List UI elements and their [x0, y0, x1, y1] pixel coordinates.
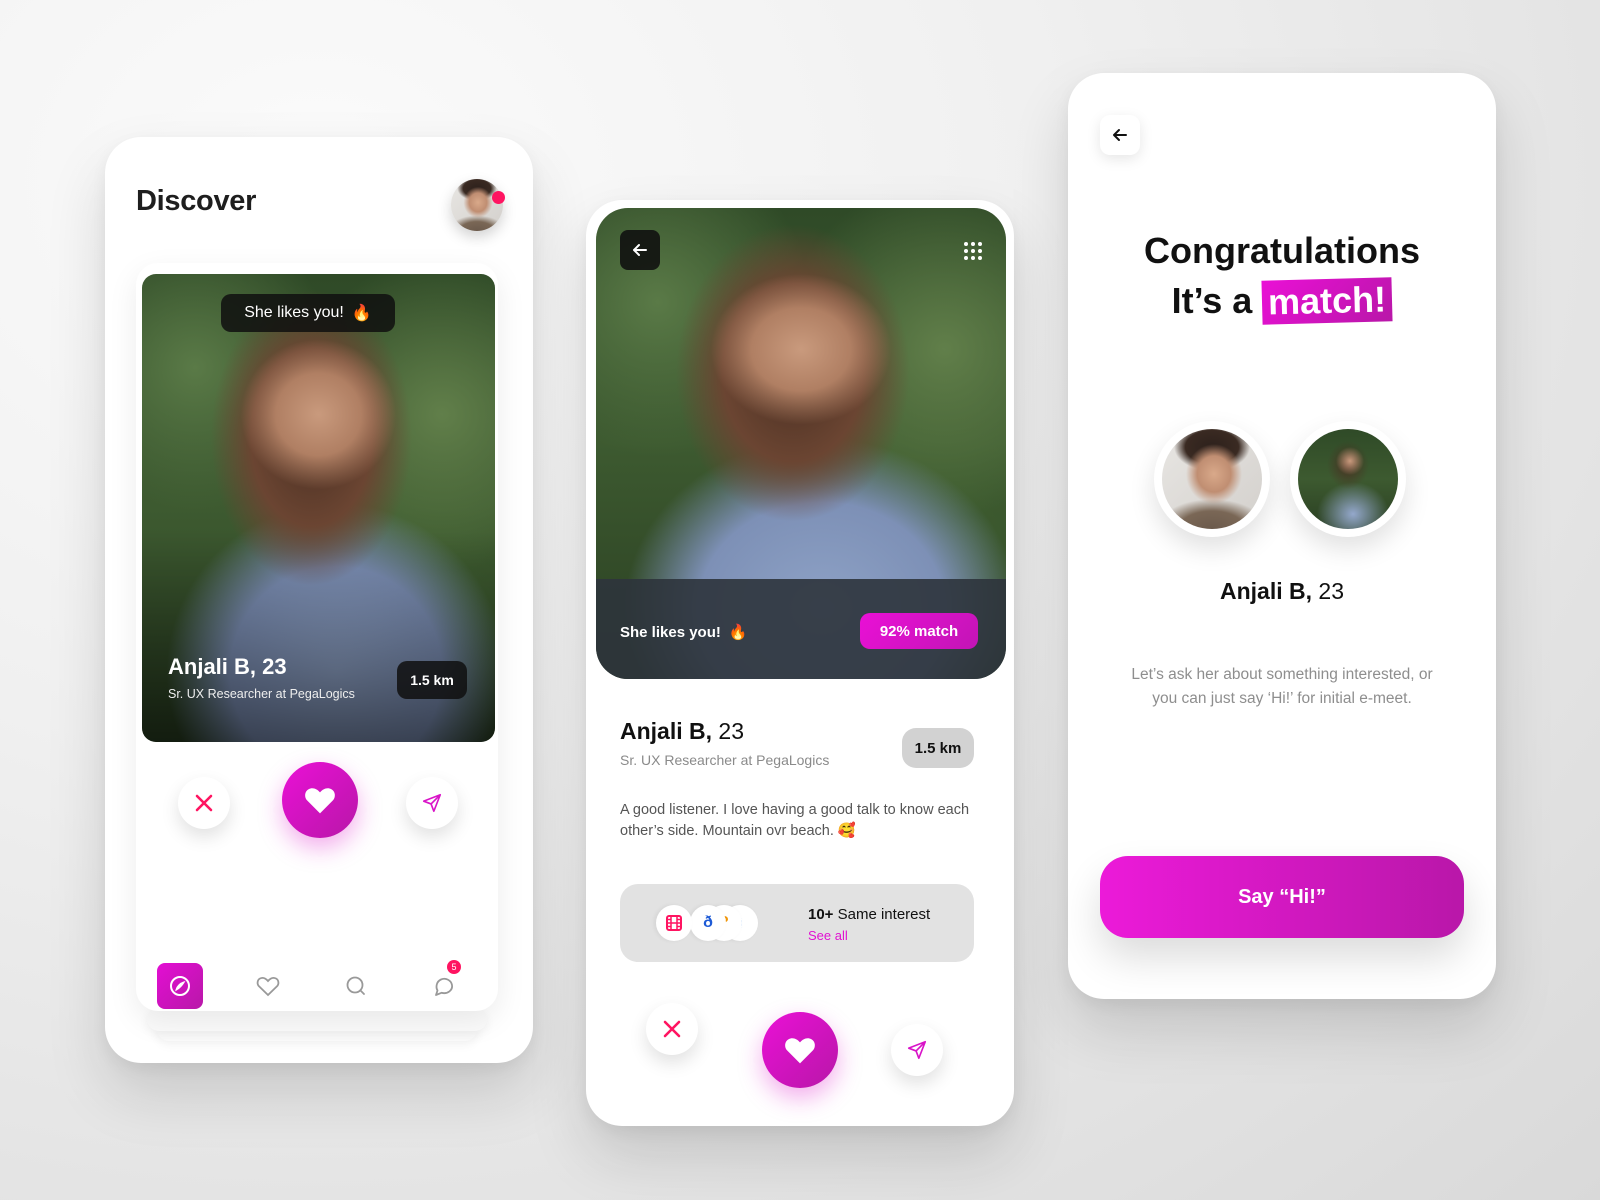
- close-icon: [663, 1020, 681, 1038]
- dislike-button[interactable]: [646, 1003, 698, 1055]
- say-hi-button[interactable]: Say “Hi!”: [1100, 856, 1464, 938]
- send-button[interactable]: [891, 1024, 943, 1076]
- page-title: Discover: [136, 185, 257, 217]
- discover-screen: Discover She likes you! 🔥 Anjali B, 23 S…: [105, 137, 533, 1063]
- match-title: Congratulations It’s a match!: [1068, 226, 1496, 326]
- close-icon: [195, 794, 213, 812]
- my-avatar: [1154, 421, 1270, 537]
- heart-icon: [305, 788, 335, 814]
- like-button[interactable]: [282, 762, 358, 838]
- more-options-button[interactable]: [958, 236, 988, 266]
- interests-count: 10+: [808, 906, 834, 923]
- arrow-left-icon: [1113, 129, 1127, 141]
- match-age: 23: [1318, 578, 1344, 604]
- see-all-link[interactable]: See all: [808, 928, 848, 943]
- match-name: Anjali B, 23: [1068, 578, 1496, 605]
- interests-panel[interactable]: ) ? ð 10+ Same interest See all: [620, 884, 974, 962]
- grid-menu-icon: [964, 242, 982, 260]
- profile-name: Anjali B, 23: [168, 654, 287, 679]
- likes-you-label: She likes you! 🔥: [620, 623, 748, 642]
- dislike-button[interactable]: [178, 777, 230, 829]
- likes-you-text: She likes you!: [620, 623, 721, 641]
- distance-badge: 1.5 km: [397, 661, 467, 699]
- chat-icon: [435, 977, 453, 996]
- interests-label: Same interest: [837, 906, 931, 923]
- back-button[interactable]: [620, 230, 660, 270]
- heart-icon: [785, 1038, 815, 1064]
- back-button[interactable]: [1100, 115, 1140, 155]
- bottom-nav: 5: [157, 960, 467, 1009]
- nav-likes[interactable]: [245, 963, 291, 1009]
- online-status-dot: [492, 191, 505, 204]
- nav-discover[interactable]: [157, 963, 203, 1009]
- distance-badge: 1.5 km: [902, 728, 974, 768]
- compass-icon: [170, 976, 190, 996]
- likes-you-text: She likes you!: [244, 304, 344, 321]
- title-line-2: It’s a match!: [1068, 276, 1496, 326]
- profile-bio: A good listener. I love having a good ta…: [620, 802, 970, 839]
- nav-messages[interactable]: 5: [421, 960, 467, 1009]
- film-icon: [656, 905, 692, 941]
- profile-screen: She likes you! 🔥 92% match Anjali B, 23 …: [586, 200, 1014, 1126]
- title-prefix: It’s a: [1171, 280, 1253, 321]
- profile-age: 23: [718, 718, 744, 744]
- profile-role: Sr. UX Researcher at PegaLogics: [620, 752, 830, 768]
- profile-role: Sr. UX Researcher at PegaLogics: [168, 687, 355, 701]
- fire-icon: 🔥: [728, 624, 748, 641]
- user-avatar[interactable]: [451, 179, 503, 231]
- arrow-left-icon: [633, 244, 647, 256]
- match-name-text: Anjali B,: [1220, 578, 1313, 604]
- profile-name: Anjali B, 23: [620, 718, 744, 745]
- my-avatar-photo: [1162, 429, 1262, 529]
- likes-you-badge: She likes you! 🔥: [221, 294, 395, 332]
- music-icon: ð: [690, 905, 726, 941]
- message-count-badge: 5: [447, 960, 461, 974]
- title-line-1: Congratulations: [1144, 230, 1420, 271]
- send-button[interactable]: [406, 777, 458, 829]
- search-icon: [346, 976, 365, 995]
- match-message: Let’s ask her about something interested…: [1131, 666, 1433, 707]
- heart-outline-icon: [256, 977, 280, 997]
- nav-search[interactable]: [333, 963, 379, 1009]
- match-avatar: [1290, 421, 1406, 537]
- match-screen: Congratulations It’s a match! Anjali B, …: [1068, 73, 1496, 999]
- profile-photo[interactable]: She likes you! 🔥 92% match: [596, 208, 1006, 679]
- title-highlight: match!: [1261, 277, 1393, 325]
- fire-icon: 🔥: [351, 305, 372, 322]
- like-button[interactable]: [762, 1012, 838, 1088]
- profile-name-text: Anjali B,: [620, 718, 713, 744]
- send-icon: [422, 793, 442, 813]
- match-percentage-badge: 92% match: [860, 613, 978, 649]
- send-icon: [907, 1040, 927, 1060]
- interests-title: 10+ Same interest: [808, 906, 930, 923]
- match-avatar-photo: [1298, 429, 1398, 529]
